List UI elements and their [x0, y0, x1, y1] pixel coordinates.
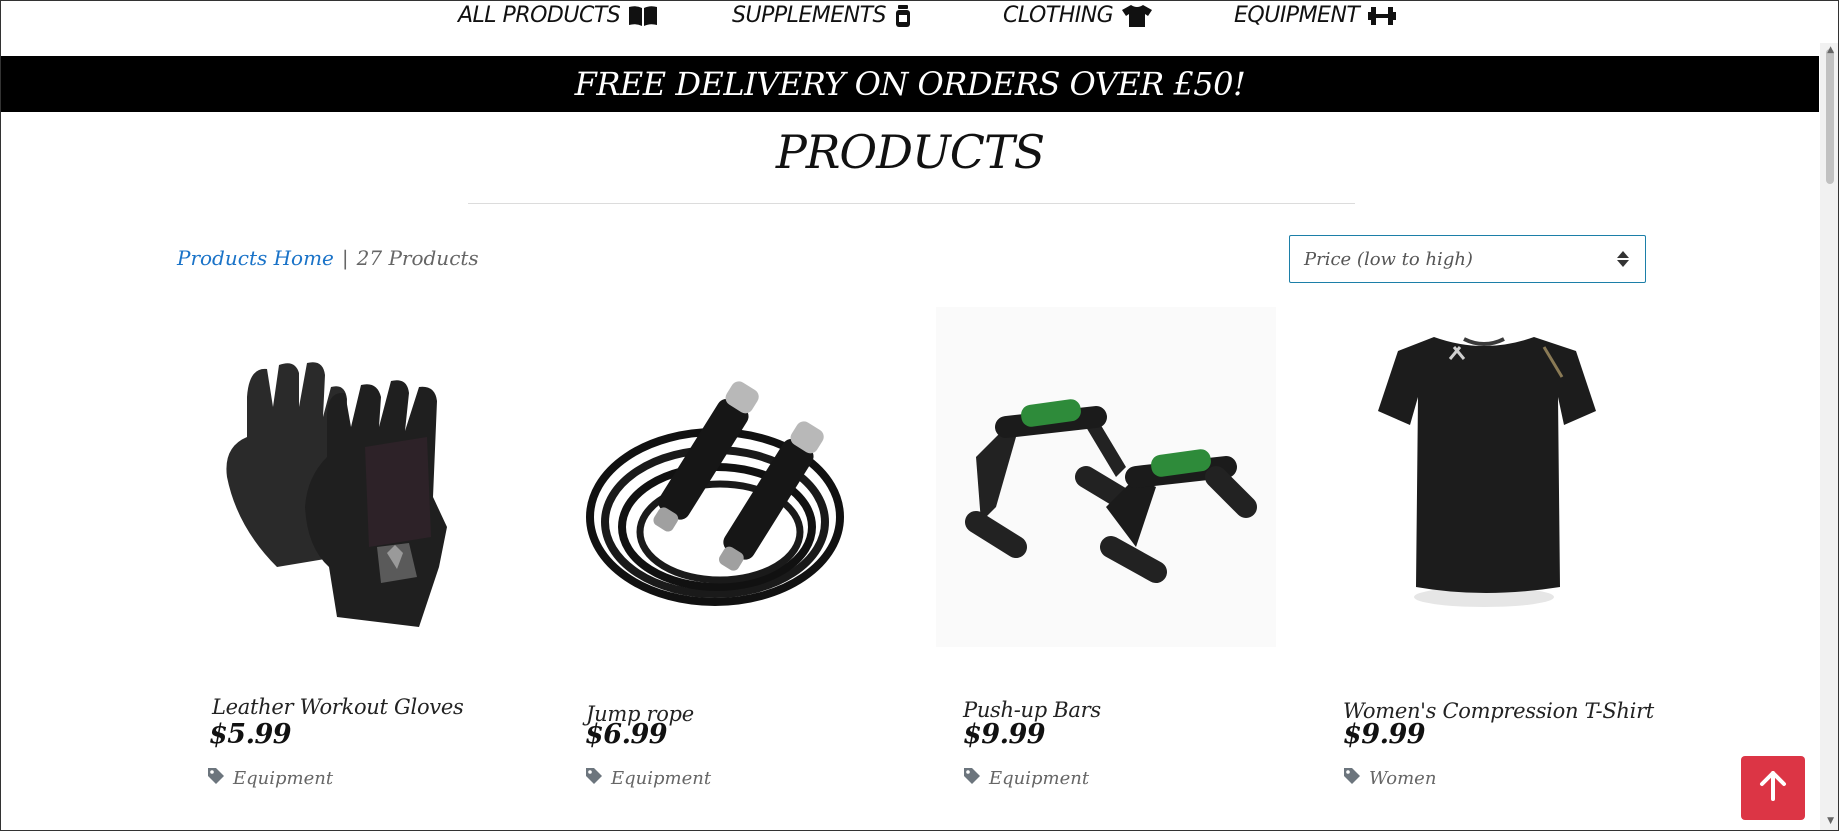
sort-select[interactable]: Price (low to high) [1289, 235, 1646, 283]
gloves-image[interactable] [187, 307, 527, 647]
tag-icon [963, 767, 981, 790]
tshirt-icon [1121, 4, 1153, 28]
banner-text: FREE DELIVERY ON ORDERS OVER £50! [574, 65, 1246, 103]
push-up-bars-image[interactable] [936, 307, 1276, 647]
product-category[interactable]: Equipment [585, 767, 711, 790]
product-count: 27 Products [356, 246, 479, 270]
nav-all-products[interactable]: ALL PRODUCTS [458, 3, 658, 28]
nav-all-products-label: ALL PRODUCTS [458, 3, 621, 28]
main-nav: ALL PRODUCTS SUPPLEMENTS CLOTHING EQUIPM… [1, 1, 1819, 56]
dumbbell-icon [1367, 5, 1397, 27]
back-to-top-button[interactable] [1741, 756, 1805, 820]
product-category[interactable]: Equipment [963, 767, 1089, 790]
product-price: $6.99 [585, 719, 668, 750]
tshirt-image[interactable] [1314, 307, 1654, 647]
product-price: $5.99 [209, 719, 292, 750]
product-category-label: Equipment [611, 768, 712, 789]
jar-icon [894, 4, 912, 28]
nav-equipment-label: EQUIPMENT [1234, 3, 1360, 28]
product-price: $9.99 [1343, 719, 1426, 750]
free-delivery-banner: FREE DELIVERY ON ORDERS OVER £50! [1, 56, 1819, 112]
book-open-icon [628, 5, 658, 27]
product-name[interactable]: Leather Workout Gloves [212, 695, 464, 719]
sort-arrows-icon [1617, 251, 1629, 267]
title-divider [468, 203, 1355, 204]
nav-supplements[interactable]: SUPPLEMENTS [732, 3, 912, 28]
product-card: Jump rope $6.99 Equipment [565, 307, 905, 789]
nav-clothing-label: CLOTHING [1003, 3, 1114, 28]
product-price: $9.99 [963, 719, 1046, 750]
product-category-label: Women [1369, 768, 1437, 789]
product-card: Leather Workout Gloves $5.99 Equipment [187, 307, 527, 789]
tag-icon [585, 767, 603, 790]
page-title: PRODUCTS [775, 125, 1045, 179]
product-category-label: Equipment [233, 768, 334, 789]
sort-selected-value: Price (low to high) [1304, 248, 1473, 270]
product-category-label: Equipment [989, 768, 1090, 789]
nav-supplements-label: SUPPLEMENTS [732, 3, 887, 28]
arrow-up-icon [1759, 771, 1787, 805]
jump-rope-image[interactable] [565, 307, 905, 647]
breadcrumb: Products Home | 27 Products [177, 246, 479, 270]
tag-icon [207, 767, 225, 790]
product-category[interactable]: Equipment [207, 767, 333, 790]
product-card: Women's Compression T-Shirt $9.99 Women [1314, 307, 1654, 789]
nav-equipment[interactable]: EQUIPMENT [1234, 3, 1397, 28]
breadcrumb-products-home-link[interactable]: Products Home [177, 246, 334, 270]
product-card: Push-up Bars $9.99 Equipment [936, 307, 1276, 789]
tag-icon [1343, 767, 1361, 790]
product-category[interactable]: Women [1343, 767, 1436, 790]
breadcrumb-separator: | [341, 246, 349, 270]
scroll-down-arrow-icon[interactable]: ▼ [1827, 816, 1834, 826]
scroll-up-arrow-icon[interactable]: ▲ [1827, 45, 1834, 55]
scrollbar-thumb[interactable] [1826, 49, 1834, 184]
nav-clothing[interactable]: CLOTHING [1003, 3, 1153, 28]
